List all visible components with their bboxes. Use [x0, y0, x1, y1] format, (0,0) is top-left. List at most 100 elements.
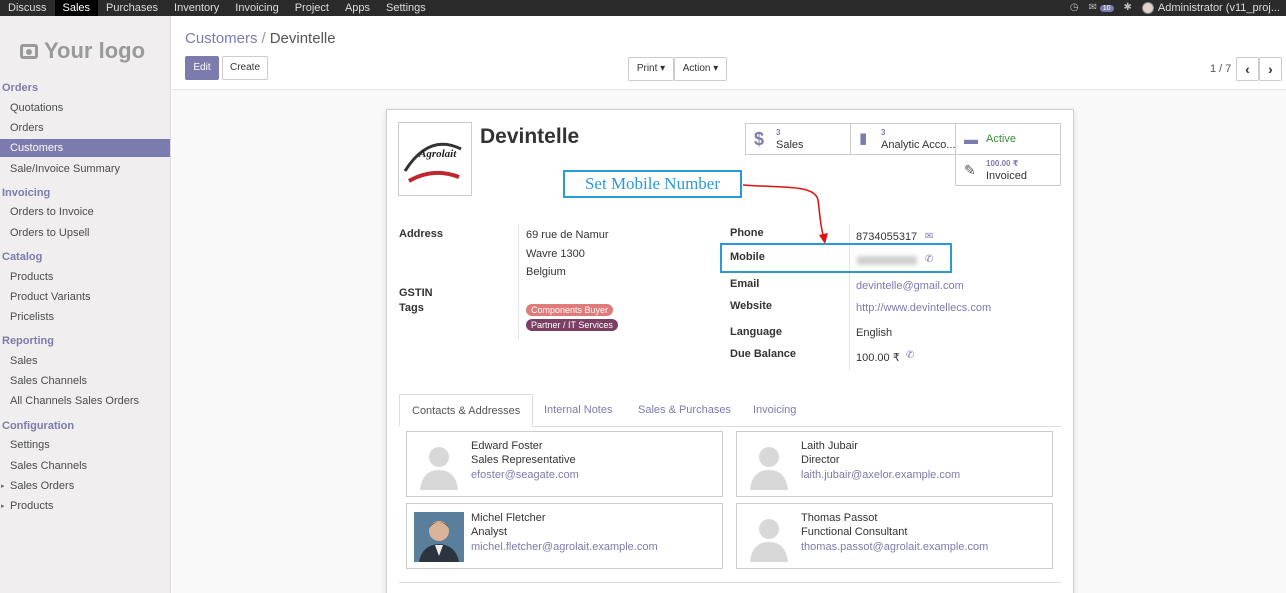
contact-email[interactable]: thomas.passot@agrolait.example.com [801, 541, 988, 553]
menu-inventory[interactable]: Inventory [166, 0, 227, 16]
user-menu[interactable]: Administrator (v11_proj... [1141, 0, 1280, 16]
contact-name: Michel Fletcher [471, 512, 546, 524]
sidebar-item-pricelists[interactable]: Pricelists [0, 308, 170, 326]
invoiced-smart-button[interactable]: ✎ 100.00 ₹ Invoiced [955, 154, 1061, 186]
clock-icon[interactable]: ◷ [1070, 0, 1079, 16]
phone-label: Phone [730, 227, 764, 239]
section-divider [399, 582, 1061, 583]
contact-card[interactable]: Laith Jubair Director laith.jubair@axelo… [736, 431, 1053, 497]
user-avatar [1141, 2, 1154, 14]
sidebar-item-customers[interactable]: Customers [0, 139, 170, 157]
sales-label: Sales [776, 139, 804, 151]
contact-name: Edward Foster [471, 440, 543, 452]
email-label: Email [730, 278, 760, 290]
address-line2: Wavre 1300 [526, 248, 585, 260]
website-label: Website [730, 300, 772, 312]
agrolait-logo: Agrolait [403, 142, 462, 183]
pencil-square-icon: ✎ [964, 162, 976, 178]
whatsapp-icon[interactable]: ✆ [925, 254, 933, 265]
invoiced-amount: 100.00 ₹ [986, 159, 1019, 168]
active-toggle-button[interactable]: ▬ Active [955, 123, 1061, 155]
tags-label: Tags [399, 302, 424, 314]
sidebar-item-product-variants[interactable]: Product Variants [0, 288, 170, 306]
print-dropdown[interactable]: Print ▾ [628, 57, 674, 81]
contact-card[interactable]: Edward Foster Sales Representative efost… [406, 431, 723, 497]
menu-project[interactable]: Project [287, 0, 337, 16]
email-value[interactable]: devintelle@gmail.com [856, 280, 964, 292]
whatsapp-icon[interactable]: ✆ [906, 350, 914, 361]
systray: ◷ ✉ 10 ✱ Administrator (v11_proj... [1070, 0, 1280, 16]
sidebar-item-settings[interactable]: Settings [0, 436, 170, 454]
menu-sales[interactable]: Sales [54, 0, 99, 16]
sidebar-item-sale-invoice-summary[interactable]: Sale/Invoice Summary [0, 160, 170, 178]
tab-internal-notes[interactable]: Internal Notes [532, 394, 624, 427]
website-value[interactable]: http://www.devintellecs.com [856, 302, 991, 314]
avatar-placeholder-icon [750, 447, 788, 490]
sidebar-item-report-sales[interactable]: Sales [0, 352, 170, 370]
breadcrumb-customers[interactable]: Customers [185, 30, 258, 47]
logo-text: Your logo [44, 38, 146, 63]
callout-arrow [742, 184, 828, 244]
menu-purchases[interactable]: Purchases [98, 0, 166, 16]
sidebar-item-config-products[interactable]: Products [0, 497, 170, 515]
section-catalog: Catalog [2, 251, 43, 263]
sidebar-item-orders[interactable]: Orders [0, 119, 170, 137]
partner-image[interactable]: Agrolait [398, 122, 472, 196]
due-balance-value: 100.00 ₹ [856, 352, 900, 364]
sidebar-item-orders-to-invoice[interactable]: Orders to Invoice [0, 203, 170, 221]
menu-apps[interactable]: Apps [337, 0, 378, 16]
app-menu: Discuss Sales Purchases Inventory Invoic… [0, 0, 434, 16]
tag-partner-it-services[interactable]: Partner / IT Services [526, 319, 618, 331]
tab-contacts-addresses[interactable]: Contacts & Addresses [399, 394, 534, 427]
sidebar-item-quotations[interactable]: Quotations [0, 99, 170, 117]
menu-settings[interactable]: Settings [378, 0, 434, 16]
contact-role: Functional Consultant [801, 526, 908, 538]
sales-smart-button[interactable]: $ 3 Sales [745, 123, 851, 155]
edit-button[interactable]: Edit [185, 56, 219, 80]
sidebar-item-orders-to-upsell[interactable]: Orders to Upsell [0, 224, 170, 242]
bug-icon[interactable]: ✱ [1124, 0, 1132, 16]
contact-email[interactable]: michel.fletcher@agrolait.example.com [471, 541, 658, 553]
chat-icon[interactable]: ✉ 10 [1089, 0, 1114, 16]
pager-previous-button[interactable]: ‹ [1236, 57, 1259, 81]
tab-invoicing[interactable]: Invoicing [741, 394, 808, 427]
menu-discuss[interactable]: Discuss [0, 0, 55, 16]
sidebar-item-products[interactable]: Products [0, 268, 170, 286]
section-reporting: Reporting [2, 335, 54, 347]
sidebar-item-all-channels-sales-orders[interactable]: All Channels Sales Orders [0, 392, 170, 410]
sidebar-item-config-sales-channels[interactable]: Sales Channels [0, 457, 170, 475]
company-logo[interactable]: Your logo [20, 38, 145, 64]
gstin-label: GSTIN [399, 287, 433, 299]
analytic-label: Analytic Acco... [881, 139, 956, 151]
address-line1: 69 rue de Namur [526, 229, 609, 241]
create-button[interactable]: Create [222, 56, 268, 80]
section-orders: Orders [2, 82, 39, 94]
sidebar-item-report-sales-channels[interactable]: Sales Channels [0, 372, 170, 390]
contact-role: Analyst [471, 526, 508, 538]
caret-right-icon: ▸ [1, 483, 5, 490]
contact-email[interactable]: efoster@seagate.com [471, 469, 579, 481]
camera-icon [20, 43, 38, 59]
contact-card[interactable]: Michel Fletcher Analyst michel.fletcher@… [406, 503, 723, 569]
analytic-smart-button[interactable]: ▮ 3 Analytic Acco... [850, 123, 956, 155]
top-navbar: Discuss Sales Purchases Inventory Invoic… [0, 0, 1286, 16]
due-balance-label: Due Balance [730, 348, 797, 360]
breadcrumb-current: Devintelle [269, 30, 336, 47]
mobile-value-redacted[interactable] [857, 256, 917, 265]
contact-card[interactable]: Thomas Passot Functional Consultant thom… [736, 503, 1053, 569]
pager-next-button[interactable]: › [1259, 57, 1282, 81]
language-value: English [856, 327, 893, 339]
contact-role: Sales Representative [471, 454, 576, 466]
menu-invoicing[interactable]: Invoicing [227, 0, 286, 16]
phone-value[interactable]: 8734055317 [856, 231, 917, 243]
analytic-count: 3 [881, 128, 886, 137]
envelope-icon[interactable]: ✉ [925, 231, 933, 242]
contact-email[interactable]: laith.jubair@axelor.example.com [801, 469, 960, 481]
tag-components-buyer[interactable]: Components Buyer [526, 304, 614, 316]
tab-sales-purchases[interactable]: Sales & Purchases [626, 394, 743, 427]
section-invoicing: Invoicing [2, 187, 51, 199]
language-label: Language [730, 326, 782, 338]
contact-name: Laith Jubair [801, 440, 858, 452]
action-dropdown[interactable]: Action ▾ [674, 57, 727, 81]
sidebar-item-config-sales-orders[interactable]: Sales Orders [0, 477, 170, 495]
